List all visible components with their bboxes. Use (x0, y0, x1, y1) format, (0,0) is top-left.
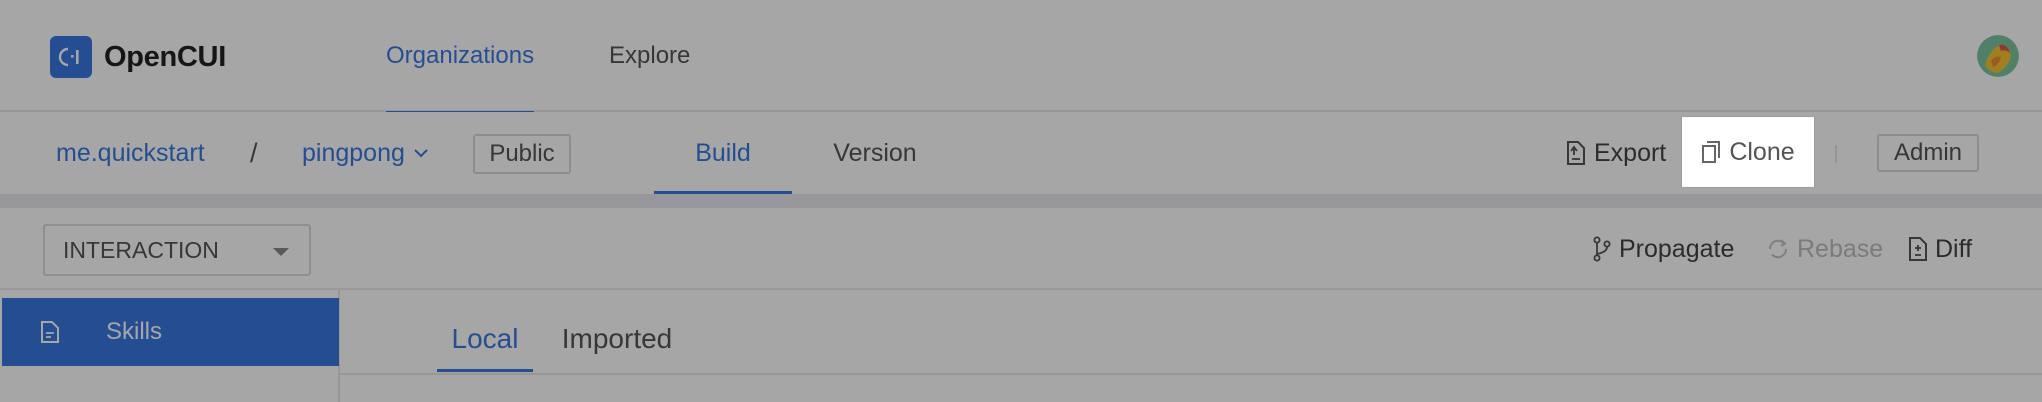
chevron-down-icon (413, 148, 429, 158)
breadcrumb-separator-label: / (250, 137, 258, 168)
tab-imported-label: Imported (561, 323, 673, 354)
top-header: OpenCUI Organizations Explore (0, 0, 2042, 114)
clone-label: Clone (1729, 137, 1795, 166)
breadcrumb-org-label: me.quickstart (56, 138, 205, 167)
view-select[interactable]: INTERACTION (43, 224, 311, 276)
tab-version-label: Version (833, 138, 917, 167)
sidebar-item-label: Skills (106, 318, 163, 345)
export-label: Export (1594, 138, 1667, 167)
visibility-label: Public (489, 140, 555, 167)
rebase-button[interactable]: Rebase (1766, 208, 1883, 290)
clone-button[interactable]: Clone (1682, 117, 1814, 187)
propagate-label: Propagate (1619, 234, 1735, 263)
nav-tab-explore[interactable]: Explore (609, 0, 690, 112)
tab-build-label: Build (695, 138, 751, 167)
tab-local-label: Local (451, 323, 519, 354)
breadcrumb-org[interactable]: me.quickstart (56, 112, 205, 194)
diff-label: Diff (1935, 234, 1973, 263)
view-select-value: INTERACTION (63, 236, 219, 263)
tab-version[interactable]: Version (818, 112, 932, 194)
logo-text: OpenCUI (104, 40, 226, 73)
breadcrumb-separator: / (250, 112, 258, 194)
page: OpenCUI Organizations Explore me.quickst… (0, 0, 2042, 402)
tabs-divider (340, 373, 2042, 375)
logo[interactable]: OpenCUI (50, 36, 226, 78)
propagate-button[interactable]: Propagate (1592, 208, 1734, 290)
user-avatar[interactable] (1977, 35, 2019, 77)
separator-strip (0, 194, 2042, 208)
diff-icon (1908, 236, 1928, 262)
admin-label: Admin (1893, 139, 1963, 166)
document-icon (40, 320, 60, 344)
divider (1835, 145, 1837, 163)
project-selector[interactable]: pingpong (302, 112, 429, 194)
copy-icon (1701, 140, 1721, 164)
project-bar: me.quickstart / pingpong Public Build Ve… (0, 112, 2042, 194)
tab-build[interactable]: Build (654, 112, 792, 194)
nav-tab-organizations[interactable]: Organizations (386, 0, 535, 114)
rebase-label: Rebase (1797, 234, 1884, 263)
tab-imported[interactable]: Imported (552, 314, 682, 364)
main-content: Local Imported (340, 290, 2042, 402)
sidebar: Skills (0, 290, 340, 402)
nav-tab-label: Organizations (386, 42, 535, 69)
opencui-logo-icon (50, 36, 92, 78)
nav-tab-label: Explore (609, 42, 691, 69)
diff-button[interactable]: Diff (1908, 208, 1972, 290)
tab-local[interactable]: Local (437, 314, 533, 372)
export-button[interactable]: Export (1566, 112, 1666, 194)
visibility-badge: Public (473, 134, 571, 174)
export-icon (1566, 140, 1586, 166)
project-name: pingpong (302, 138, 405, 167)
admin-button[interactable]: Admin (1877, 134, 1979, 172)
toolbar: INTERACTION Propagate Rebase Diff (0, 208, 2042, 290)
refresh-icon (1766, 237, 1790, 261)
sidebar-item-skills[interactable]: Skills (2, 298, 339, 366)
branch-icon (1592, 236, 1612, 262)
caret-down-icon (273, 248, 289, 256)
